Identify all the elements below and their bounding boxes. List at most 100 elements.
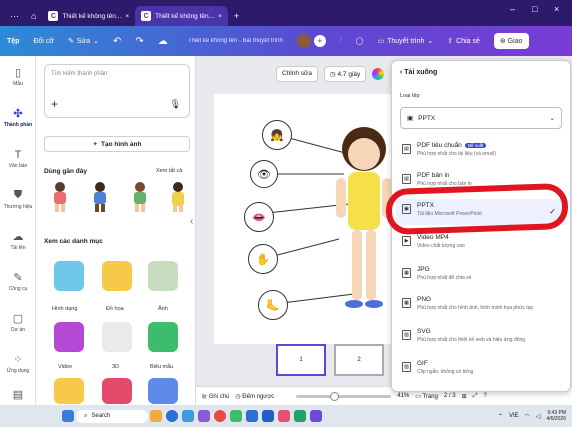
chrome-icon[interactable]	[214, 410, 226, 422]
app-icon[interactable]	[230, 410, 242, 422]
page-thumbnail[interactable]: 2	[334, 344, 384, 376]
zoom-slider-handle[interactable]	[330, 391, 340, 401]
rail-item-uploads[interactable]: ☁ Tải lên	[0, 220, 36, 261]
widgets-icon[interactable]	[150, 410, 162, 422]
option-mp4[interactable]: ▶ Video MP4 Video chất lượng cao	[396, 231, 566, 257]
close-window-icon[interactable]: ×	[554, 4, 559, 14]
generate-image-button[interactable]: ✦ Tạo hình ảnh	[44, 136, 190, 152]
search-input[interactable]: Tìm kiếm thành phần + 🎙	[44, 64, 190, 118]
recent-thumbnail[interactable]	[164, 180, 192, 214]
category-shapes[interactable]	[54, 261, 84, 291]
fullscreen-icon[interactable]: ⤢	[473, 393, 478, 400]
edit-mode-button[interactable]: ✎ Sửa ⌄	[61, 31, 106, 51]
cloud-save-icon[interactable]: ☁	[151, 31, 175, 51]
recent-thumbnail[interactable]	[126, 180, 154, 214]
design-page[interactable]: 👧 👁 👄 ✋ 🦶	[214, 94, 414, 344]
rail-item-more[interactable]: ▤	[0, 384, 36, 404]
rail-item-apps[interactable]: ⁘ Ứng dụng	[0, 343, 36, 384]
minimize-icon[interactable]: –	[510, 4, 515, 14]
category-tables[interactable]	[148, 378, 178, 404]
option-png[interactable]: ▦ PNG Phù hợp nhất cho hình ảnh, hình min…	[396, 293, 566, 319]
browser-menu-icon[interactable]: ···	[4, 6, 25, 26]
volume-icon[interactable]: ◁	[536, 413, 541, 420]
wifi-icon[interactable]: ◠	[525, 413, 530, 420]
browser-tab[interactable]: C Thiết kế không tên... ×	[42, 6, 135, 26]
pages-button[interactable]: ▭ Trang	[415, 393, 438, 400]
gif-file-icon: ▨	[402, 362, 411, 372]
hand-circle-icon[interactable]: ✋	[248, 244, 278, 274]
category-3d[interactable]	[102, 322, 132, 352]
file-type-select[interactable]: ▣ PPTX ⌄	[400, 107, 562, 129]
foot-circle-icon[interactable]: 🦶	[258, 290, 288, 320]
hair-circle-icon[interactable]: 👧	[262, 120, 292, 150]
clock[interactable]: 9:43 PM 4/6/2026	[547, 410, 566, 422]
share-button[interactable]: ⇪ Chia sẻ	[440, 31, 487, 51]
option-jpg[interactable]: ▦ JPG Phù hợp nhất để chia sẻ	[396, 263, 566, 289]
extra-button[interactable]: ⊛ Giao	[487, 33, 536, 49]
category-video[interactable]	[54, 322, 84, 352]
collaborator-avatar[interactable]: +	[290, 34, 333, 48]
help-icon[interactable]: ?	[484, 393, 487, 399]
grid-view-icon[interactable]: ⊞	[462, 393, 467, 400]
rail-item-tools[interactable]: ✎ Công cụ	[0, 261, 36, 302]
document-title[interactable]: Thiết kế không tên - Bài thuyết trình	[181, 38, 290, 44]
option-gif[interactable]: ▨ GIF Clip ngắn, không có tiếng	[396, 357, 566, 383]
tray-chevron-icon[interactable]: ⌃	[498, 413, 503, 420]
edit-button[interactable]: Chỉnh sửa	[276, 66, 319, 82]
comments-icon[interactable]: ◯	[349, 31, 371, 51]
download-header[interactable]: ‹ Tải xuống	[400, 69, 437, 76]
category-charts[interactable]	[148, 322, 178, 352]
tab-close-icon[interactable]: ×	[125, 13, 129, 20]
page-thumbnail[interactable]: 1	[276, 344, 326, 376]
rail-item-text[interactable]: T Văn bản	[0, 138, 36, 179]
windows-start-icon[interactable]	[62, 410, 74, 422]
store-icon[interactable]	[182, 410, 194, 422]
recent-thumbnail[interactable]	[46, 180, 74, 214]
category-graphics[interactable]	[102, 261, 132, 291]
undo-button[interactable]: ↶	[106, 31, 128, 51]
app-icon[interactable]	[246, 410, 258, 422]
file-menu-button[interactable]: Tệp	[0, 31, 26, 51]
category-photos[interactable]	[148, 261, 178, 291]
tab-close-icon[interactable]: ×	[218, 13, 222, 20]
teams-icon[interactable]	[198, 410, 210, 422]
present-button[interactable]: ▭ Thuyết trình ⌄	[370, 31, 440, 51]
color-icon[interactable]	[372, 68, 385, 80]
microphone-icon[interactable]: 🎙	[170, 99, 181, 110]
rail-item-projects[interactable]: ▢ Dự án	[0, 302, 36, 343]
zoom-level[interactable]: 41%	[397, 393, 409, 399]
duration-button[interactable]: ◷ 4.7 giây	[324, 66, 367, 82]
browser-tab-active[interactable]: C Thiết kế không tên... ×	[135, 6, 228, 26]
rail-item-templates[interactable]: ▯ Mẫu	[0, 56, 36, 97]
option-svg[interactable]: ▧ SVG Phù hợp nhất cho thiết kế web và hi…	[396, 325, 566, 351]
add-icon[interactable]: +	[51, 97, 58, 111]
resize-button[interactable]: Đổi cỡ	[26, 31, 61, 51]
app-icon[interactable]	[278, 410, 290, 422]
analytics-icon[interactable]: ⫶	[333, 31, 349, 51]
pages-label: Trang	[422, 393, 438, 400]
eye-circle-icon[interactable]: 👁	[250, 160, 278, 188]
zoom-slider[interactable]	[296, 391, 392, 401]
rail-item-brand[interactable]: ⛊ Thương hiệu	[0, 179, 36, 220]
maximize-icon[interactable]: □	[532, 4, 537, 14]
option-pdf-standard[interactable]: ▤ PDF tiêu chuẩn Đề xuất Phù hợp nhất cho …	[396, 139, 566, 165]
new-tab-button[interactable]: +	[228, 6, 245, 26]
see-all-link[interactable]: Xem tất cả	[156, 168, 182, 174]
taskbar-search[interactable]: ⌕ Search	[76, 409, 148, 423]
browser-home-icon[interactable]: ⌂	[25, 6, 42, 26]
mouth-circle-icon[interactable]: 👄	[244, 202, 274, 232]
edge-icon[interactable]	[166, 410, 178, 422]
redo-button[interactable]: ↷	[128, 31, 150, 51]
word-icon[interactable]	[262, 410, 274, 422]
recent-thumbnail[interactable]	[86, 180, 114, 214]
category-music[interactable]	[102, 378, 132, 404]
add-collaborator-icon[interactable]: +	[313, 35, 326, 47]
excel-icon[interactable]	[294, 410, 306, 422]
collapse-panel-icon[interactable]: ‹	[190, 216, 193, 227]
timer-button[interactable]: ◷ Đếm ngược	[235, 393, 274, 400]
category-emoji[interactable]	[54, 378, 84, 404]
language-indicator[interactable]: VIE	[509, 413, 519, 419]
notes-button[interactable]: ⊵ Ghi chú	[202, 393, 229, 400]
rail-item-elements[interactable]: ✣ Thành phần	[0, 97, 36, 138]
canva-icon[interactable]	[310, 410, 322, 422]
